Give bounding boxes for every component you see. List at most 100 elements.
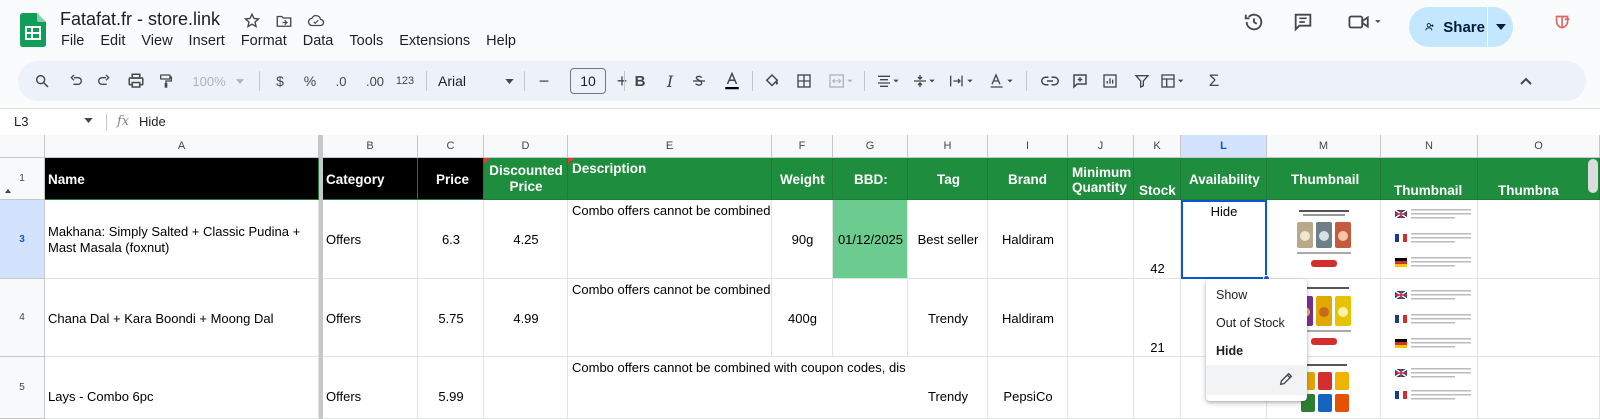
menu-view[interactable]: View [141, 33, 172, 49]
row-header-1[interactable]: 1 [0, 158, 45, 200]
cell-c5[interactable]: 5.99 [418, 357, 484, 419]
cell-d5[interactable] [484, 357, 568, 419]
header-cell-tag[interactable]: Tag [908, 158, 988, 200]
move-folder-icon[interactable] [273, 10, 295, 32]
column-header-c[interactable]: C [418, 135, 484, 158]
cell-b5[interactable]: Offers [323, 357, 418, 419]
text-wrapping-icon[interactable] [944, 61, 980, 101]
percent-format-button[interactable]: % [300, 61, 320, 101]
cell-g4[interactable] [833, 279, 908, 357]
header-cell-stock[interactable]: Stock [1134, 158, 1181, 200]
cell-h4[interactable]: Trendy [908, 279, 988, 357]
menu-extensions[interactable]: Extensions [399, 33, 470, 49]
menu-help[interactable]: Help [486, 33, 516, 49]
font-size-input[interactable]: 10 [570, 68, 606, 94]
document-title[interactable]: Fatafat.fr - store.link [60, 9, 220, 30]
name-box[interactable]: L3 [14, 114, 28, 129]
paint-format-icon[interactable] [154, 61, 178, 101]
header-cell-bbd[interactable]: BBD: [833, 158, 908, 200]
cell-o3[interactable] [1478, 200, 1600, 279]
increase-font-size-button[interactable]: + [612, 61, 632, 101]
column-header-m[interactable]: M [1267, 135, 1381, 158]
cell-c3[interactable]: 6.3 [418, 200, 484, 279]
print-icon[interactable] [124, 61, 148, 101]
header-cell-discounted-price[interactable]: Discounted Price [484, 158, 568, 200]
decrease-decimal-button[interactable]: .0 [328, 61, 354, 101]
merge-cells-icon[interactable] [824, 61, 860, 101]
cell-i3[interactable]: Haldiram [988, 200, 1068, 279]
horizontal-align-icon[interactable] [872, 61, 904, 101]
cell-j4[interactable] [1068, 279, 1134, 357]
row-header-3[interactable]: 3 [0, 200, 45, 279]
insert-comment-icon[interactable] [1068, 61, 1092, 101]
vertical-align-icon[interactable] [908, 61, 940, 101]
header-cell-weight[interactable]: Weight [772, 158, 833, 200]
font-family-select[interactable]: Arial [434, 61, 514, 101]
column-header-j[interactable]: J [1068, 135, 1134, 158]
cell-k4[interactable]: 21 [1134, 279, 1181, 357]
share-button[interactable]: Share [1409, 7, 1513, 47]
cell-h3[interactable]: Best seller [908, 200, 988, 279]
text-rotation-icon[interactable] [984, 61, 1020, 101]
cell-n3[interactable] [1381, 200, 1478, 279]
menu-file[interactable]: File [61, 33, 84, 49]
column-header-b[interactable]: B [323, 135, 418, 158]
cell-i5[interactable]: PepsiCo [988, 357, 1068, 419]
italic-button[interactable]: I [660, 61, 680, 101]
zoom-select[interactable]: 100% [188, 61, 248, 101]
comments-icon[interactable] [1289, 8, 1317, 36]
edit-pencil-icon[interactable] [1278, 371, 1294, 387]
menu-format[interactable]: Format [241, 33, 287, 49]
cell-b4[interactable]: Offers [323, 279, 418, 357]
cloud-saved-icon[interactable] [305, 10, 327, 32]
header-cell-thumbnail-2[interactable]: Thumbnail [1381, 158, 1478, 200]
row-header-4[interactable]: 4 [0, 279, 45, 357]
currency-format-button[interactable]: $ [270, 61, 290, 101]
filter-views-icon[interactable] [1156, 61, 1192, 101]
column-header-n[interactable]: N [1381, 135, 1478, 158]
dropdown-option-out-of-stock[interactable]: Out of Stock [1206, 309, 1307, 337]
functions-icon[interactable]: Σ [1202, 61, 1226, 101]
header-cell-minimum-quantity[interactable]: Minimum Quantity [1068, 158, 1134, 200]
column-header-h[interactable]: H [908, 135, 988, 158]
column-header-o[interactable]: O [1478, 135, 1600, 158]
cell-f4[interactable]: 400g [772, 279, 833, 357]
spreadsheet-grid[interactable]: A B C D E F G H I J K L M N O 1 3 4 5 Na… [0, 135, 1600, 419]
header-cell-price[interactable]: Price [418, 158, 484, 200]
menu-edit[interactable]: Edit [100, 33, 125, 49]
filter-icon[interactable] [1130, 61, 1154, 101]
column-header-k[interactable]: K [1134, 135, 1181, 158]
cell-d3[interactable]: 4.25 [484, 200, 568, 279]
cell-g3[interactable]: 01/12/2025 [833, 200, 908, 279]
cell-f3[interactable]: 90g [772, 200, 833, 279]
cell-k5[interactable] [1134, 357, 1181, 419]
cell-m3[interactable] [1267, 200, 1381, 279]
cell-h5[interactable]: Trendy [908, 357, 988, 419]
sheets-logo-icon[interactable] [20, 13, 46, 47]
select-all-corner[interactable] [0, 135, 45, 158]
cell-o5[interactable] [1478, 357, 1600, 419]
cell-n4[interactable] [1381, 279, 1478, 357]
cell-i4[interactable]: Haldiram [988, 279, 1068, 357]
fill-color-icon[interactable] [760, 61, 784, 101]
vertical-scrollbar[interactable] [1588, 159, 1598, 193]
redo-icon[interactable] [92, 61, 116, 101]
cell-a3[interactable]: Makhana: Simply Salted + Classic Pudina … [45, 200, 319, 279]
frozen-column-divider[interactable] [319, 135, 323, 419]
row-group-toggle-icon[interactable] [5, 189, 11, 193]
cell-e4[interactable]: Combo offers cannot be combined [568, 279, 772, 357]
header-cell-name[interactable]: Name [45, 158, 319, 200]
cell-e5[interactable]: Combo offers cannot be combined with cou… [568, 357, 908, 419]
header-cell-thumbnail-3[interactable]: Thumbna [1478, 158, 1600, 200]
text-color-icon[interactable] [720, 61, 744, 101]
strikethrough-icon[interactable] [688, 61, 710, 101]
share-dropdown-icon[interactable] [1489, 7, 1513, 47]
column-header-l[interactable]: L [1181, 135, 1267, 158]
cell-a4[interactable]: Chana Dal + Kara Boondi + Moong Dal [45, 279, 319, 357]
cell-n5[interactable] [1381, 357, 1478, 419]
more-formats-button[interactable]: 123 [392, 61, 418, 101]
row-header-5[interactable]: 5 [0, 357, 45, 419]
cell-o4[interactable] [1478, 279, 1600, 357]
version-history-icon[interactable] [1240, 8, 1268, 36]
column-header-g[interactable]: G [833, 135, 908, 158]
